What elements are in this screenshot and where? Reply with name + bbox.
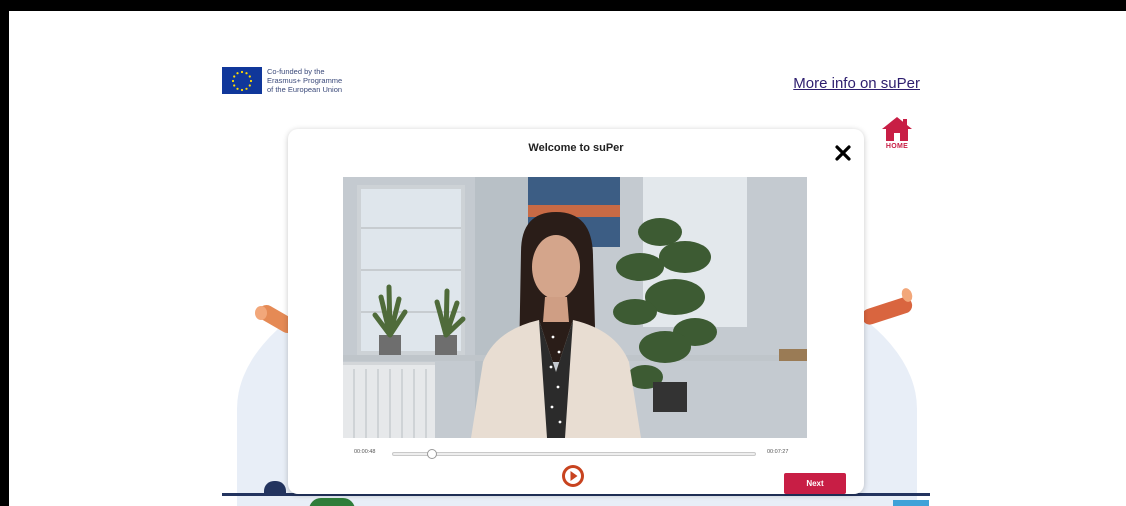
modal-title: Welcome to suPer	[528, 142, 624, 154]
seek-bar[interactable]	[392, 449, 756, 459]
eu-text-line-3: of the European Union	[267, 85, 343, 94]
eu-cofunded-logo: Co-funded by the Erasmus+ Programme of t…	[222, 67, 342, 94]
window-left-border	[0, 0, 9, 506]
play-button[interactable]	[561, 464, 585, 488]
video-modal: Welcome to suPer 00:00:48 00:07:27 Next	[288, 129, 864, 494]
video-scene-plant-left	[372, 284, 466, 355]
footer-decoration-green	[309, 498, 355, 506]
close-button[interactable]	[834, 144, 852, 162]
seek-thumb[interactable]	[426, 449, 437, 459]
page: Co-funded by the Erasmus+ Programme of t…	[9, 11, 1126, 506]
elapsed-time: 00:00:48	[354, 449, 376, 455]
video-scene-shelf	[779, 349, 807, 361]
play-icon	[562, 465, 584, 487]
eu-flag-icon	[222, 67, 262, 94]
video-progress: 00:00:48 00:07:27	[354, 447, 810, 459]
video-scene-radiator	[343, 362, 435, 438]
eu-text-line-1: Co-funded by the	[267, 67, 325, 76]
home-button[interactable]: HOME	[880, 116, 914, 150]
eu-text-line-2: Erasmus+ Programme	[267, 76, 343, 85]
eu-cofunded-text: Co-funded by the Erasmus+ Programme of t…	[267, 67, 342, 94]
window-top-border	[0, 0, 1126, 11]
total-time: 00:07:27	[767, 449, 789, 455]
footer-decoration-blue	[893, 500, 929, 506]
illustration-hand-left	[255, 306, 267, 320]
next-button[interactable]: Next	[784, 473, 846, 494]
close-icon	[835, 145, 851, 161]
home-icon	[882, 117, 912, 141]
video-player[interactable]	[343, 177, 807, 438]
home-label: HOME	[885, 143, 909, 150]
video-scene-presenter	[471, 212, 641, 438]
more-info-link[interactable]: More info on suPer	[793, 75, 920, 92]
